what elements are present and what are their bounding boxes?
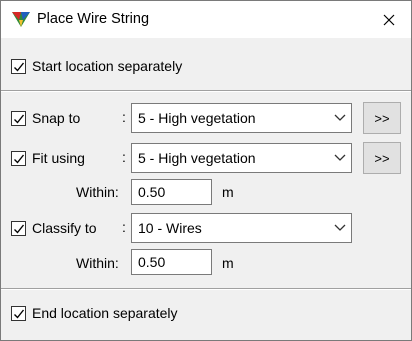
snap-to-label: Snap to	[32, 110, 81, 126]
close-button[interactable]	[367, 1, 411, 38]
fit-using-colon: :	[122, 149, 126, 165]
fit-using-value: 5 - High vegetation	[138, 150, 256, 166]
classify-to-label: Classify to	[32, 220, 97, 236]
end-location-label: End location separately	[32, 305, 178, 321]
snap-to-checkbox[interactable]	[11, 110, 26, 126]
classify-within-unit: m	[222, 255, 234, 271]
checkmark-icon	[14, 114, 25, 124]
chevron-down-icon	[334, 154, 346, 161]
classify-to-checkbox-row[interactable]: Classify to	[11, 218, 97, 238]
classify-to-colon: :	[122, 219, 126, 235]
fit-within-label: Within:	[76, 184, 119, 200]
start-location-label: Start location separately	[32, 58, 183, 74]
fit-using-more-button[interactable]: >>	[363, 142, 401, 174]
fit-using-checkbox-row[interactable]: Fit using	[11, 148, 85, 168]
snap-to-select[interactable]: 5 - High vegetation	[131, 103, 352, 133]
checkmark-icon	[14, 154, 25, 164]
start-location-checkbox[interactable]	[11, 58, 26, 74]
classify-to-select[interactable]: 10 - Wires	[131, 213, 352, 243]
classify-to-checkbox[interactable]	[11, 220, 26, 236]
fit-within-input[interactable]: 0.50	[131, 179, 212, 205]
app-icon	[12, 12, 30, 27]
snap-to-colon: :	[122, 109, 126, 125]
chevron-down-icon	[334, 224, 346, 231]
chevron-down-icon	[334, 114, 346, 121]
classify-within-label: Within:	[76, 255, 119, 271]
fit-within-unit: m	[222, 184, 234, 200]
end-location-checkbox-row[interactable]: End location separately	[11, 303, 178, 323]
checkmark-icon	[14, 309, 25, 319]
classify-to-value: 10 - Wires	[138, 220, 202, 236]
classify-within-input[interactable]: 0.50	[131, 249, 212, 275]
checkmark-icon	[14, 224, 25, 234]
snap-to-checkbox-row[interactable]: Snap to	[11, 108, 80, 128]
checkmark-icon	[14, 62, 25, 72]
dialog-window: Place Wire String Start location separat…	[0, 0, 412, 341]
window-title: Place Wire String	[37, 11, 150, 27]
separator	[1, 90, 411, 92]
snap-to-value: 5 - High vegetation	[138, 110, 256, 126]
title-bar[interactable]: Place Wire String	[1, 1, 411, 38]
close-icon	[383, 14, 395, 25]
fit-using-label: Fit using	[32, 150, 85, 166]
separator	[1, 288, 411, 290]
fit-using-checkbox[interactable]	[11, 150, 26, 166]
start-location-checkbox-row[interactable]: Start location separately	[11, 56, 182, 76]
fit-using-select[interactable]: 5 - High vegetation	[131, 143, 352, 173]
snap-to-more-button[interactable]: >>	[363, 102, 401, 134]
end-location-checkbox[interactable]	[11, 305, 26, 321]
